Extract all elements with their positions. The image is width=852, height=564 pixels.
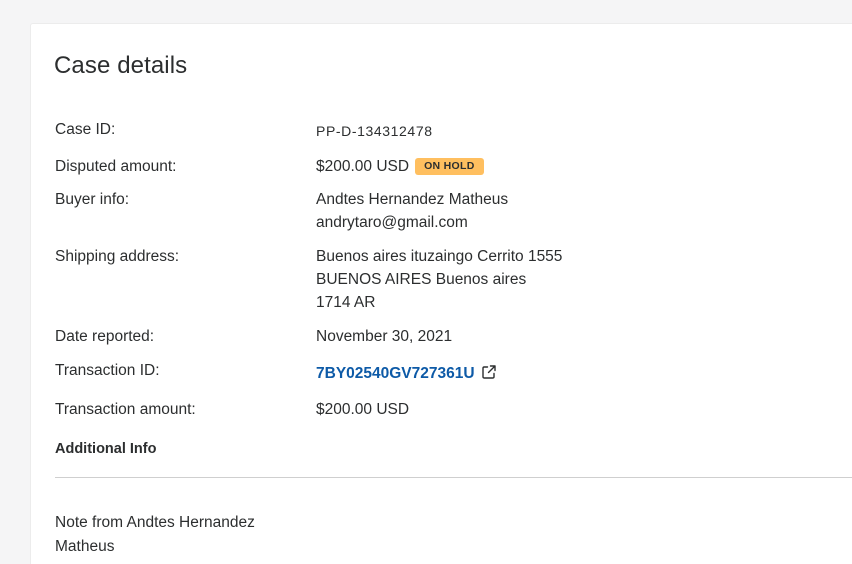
shipping-address-line-3: 1714 AR	[316, 294, 376, 311]
case-id-label: Case ID:	[55, 121, 116, 138]
buyer-info-value: Andtes Hernandez Matheus andrytaro@gmail…	[316, 188, 508, 234]
status-badge: ON HOLD	[415, 158, 484, 175]
transaction-amount-value: $200.00 USD	[316, 401, 410, 418]
transaction-id-value-group: 7BY02540GV727361U	[316, 362, 497, 385]
buyer-name: Andtes Hernandez Matheus	[316, 191, 509, 208]
date-reported-label: Date reported:	[55, 328, 155, 345]
buyer-info-label: Buyer info:	[55, 191, 130, 208]
buyer-email: andrytaro@gmail.com	[316, 214, 468, 231]
disputed-amount-label: Disputed amount:	[55, 158, 177, 175]
section-divider	[55, 477, 852, 478]
date-reported-value: November 30, 2021	[316, 328, 453, 345]
shipping-address-line-2: BUENOS AIRES Buenos aires	[316, 271, 527, 288]
shipping-address-line-1: Buenos aires ituzaingo Cerrito 1555	[316, 248, 563, 265]
transaction-id-label: Transaction ID:	[55, 362, 160, 379]
buyer-note: Note from Andtes Hernandez Matheus	[55, 514, 255, 555]
page-title: Case details	[54, 52, 188, 79]
transaction-amount-label: Transaction amount:	[55, 401, 196, 418]
transaction-id-link[interactable]: 7BY02540GV727361U	[316, 365, 475, 382]
disputed-amount-value-group: $200.00 USD ON HOLD	[316, 155, 484, 178]
disputed-amount-value: $200.00 USD	[316, 158, 410, 175]
case-id-value: PP-D-134312478	[316, 123, 433, 139]
additional-info-heading: Additional Info	[55, 441, 157, 457]
shipping-address-label: Shipping address:	[55, 248, 180, 265]
shipping-address-value: Buenos aires ituzaingo Cerrito 1555 BUEN…	[316, 245, 562, 314]
external-link-icon[interactable]	[481, 364, 497, 380]
case-details-card: Case details Case ID: PP-D-134312478 Dis…	[30, 23, 852, 564]
